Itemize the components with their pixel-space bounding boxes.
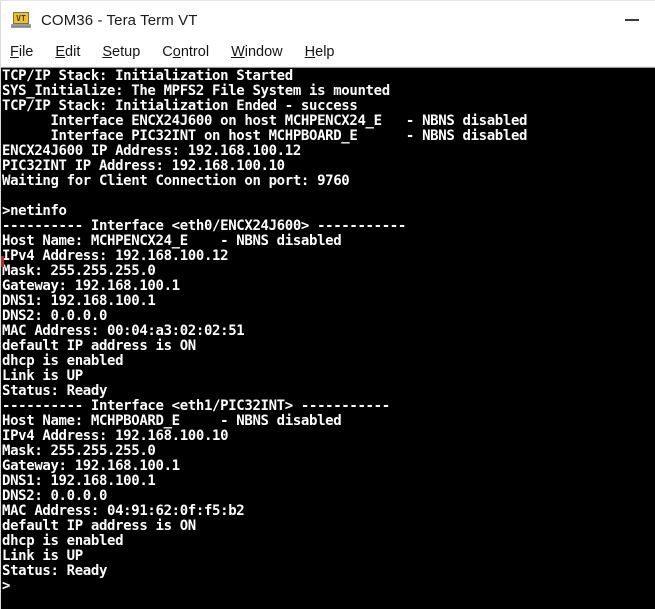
terminal-line: DNS2: 0.0.0.0: [2, 308, 108, 324]
menu-item-edit[interactable]: Edit: [55, 45, 80, 60]
terminal-line: Host Name: MCHPENCX24_E - NBNS disabled: [2, 233, 342, 249]
terminal-line: dhcp is enabled: [2, 353, 124, 369]
terminal-line: Interface ENCX24J600 on host MCHPENCX24_…: [2, 113, 528, 129]
minimize-icon: [625, 19, 639, 21]
menu-item-setup[interactable]: Setup: [102, 45, 140, 60]
menu-accel-key: o: [172, 44, 181, 61]
teraterm-window: VT COM36 - Tera Term VT File Edit Setup …: [0, 0, 655, 609]
titlebar: VT COM36 - Tera Term VT: [1, 1, 655, 39]
terminal-line: Status: Ready: [2, 383, 108, 399]
teraterm-vt-laptop-icon: VT: [11, 12, 31, 28]
terminal-line: Host Name: MCHPBOARD_E - NBNS disabled: [2, 413, 342, 429]
terminal-line: default IP address is ON: [2, 518, 196, 534]
terminal-line: Waiting for Client Connection on port: 9…: [2, 173, 350, 189]
terminal-line: DNS1: 192.168.100.1: [2, 293, 156, 309]
terminal-line: Mask: 255.255.255.0: [2, 263, 156, 279]
menu-accel-key: E: [55, 44, 66, 61]
terminal-area[interactable]: TCP/IP Stack: Initialization Started SYS_…: [1, 67, 655, 609]
menu-accel-key: S: [102, 44, 113, 61]
menu-accel-key: H: [304, 44, 316, 61]
terminal-line: DNS2: 0.0.0.0: [2, 488, 108, 504]
menu-item-file[interactable]: File: [10, 45, 33, 60]
terminal-line: Link is UP: [2, 368, 83, 384]
menu-accel-key: W: [231, 44, 245, 61]
terminal-line: DNS1: 192.168.100.1: [2, 473, 156, 489]
terminal-line: Gateway: 192.168.100.1: [2, 278, 180, 294]
terminal-line: IPv4 Address: 192.168.100.10: [2, 428, 229, 444]
terminal-line: ---------- Interface <eth1/PIC32INT> ---…: [2, 398, 390, 414]
terminal-line: ---------- Interface <eth0/ENCX24J600> -…: [2, 218, 406, 234]
terminal-line: Interface PIC32INT on host MCHPBOARD_E -…: [2, 128, 528, 144]
terminal-output[interactable]: TCP/IP Stack: Initialization Started SYS_…: [1, 68, 655, 609]
terminal-line: dhcp is enabled: [2, 533, 124, 549]
terminal-line: TCP/IP Stack: Initialization Ended - suc…: [2, 98, 358, 114]
terminal-line: >: [2, 578, 11, 594]
menubar: File Edit Setup Control Window Help: [1, 39, 655, 67]
left-edge-artifact: [1, 256, 4, 267]
terminal-line: Mask: 255.255.255.0: [2, 443, 156, 459]
terminal-line: ENCX24J600 IP Address: 192.168.100.12: [2, 143, 301, 159]
minimize-button[interactable]: [609, 1, 655, 39]
terminal-line: default IP address is ON: [2, 338, 196, 354]
terminal-line: >netinfo: [2, 203, 67, 219]
menu-item-control[interactable]: Control: [162, 45, 209, 60]
window-controls: [609, 1, 655, 39]
svg-text:VT: VT: [16, 14, 26, 23]
terminal-line: TCP/IP Stack: Initialization Started: [2, 68, 293, 84]
menu-item-window[interactable]: Window: [231, 45, 283, 60]
terminal-line: Gateway: 192.168.100.1: [2, 458, 180, 474]
terminal-line: MAC Address: 00:04:a3:02:02:51: [2, 323, 245, 339]
terminal-line: MAC Address: 04:91:62:0f:f5:b2: [2, 503, 245, 519]
menu-accel-key: F: [10, 44, 19, 61]
terminal-line: PIC32INT IP Address: 192.168.100.10: [2, 158, 285, 174]
terminal-line: Link is UP: [2, 548, 83, 564]
terminal-line: SYS_Initialize: The MPFS2 File System is…: [2, 83, 390, 99]
window-title: COM36 - Tera Term VT: [41, 11, 198, 29]
menu-item-help[interactable]: Help: [305, 45, 335, 60]
terminal-line: Status: Ready: [2, 563, 108, 579]
terminal-line: IPv4 Address: 192.168.100.12: [2, 248, 229, 264]
